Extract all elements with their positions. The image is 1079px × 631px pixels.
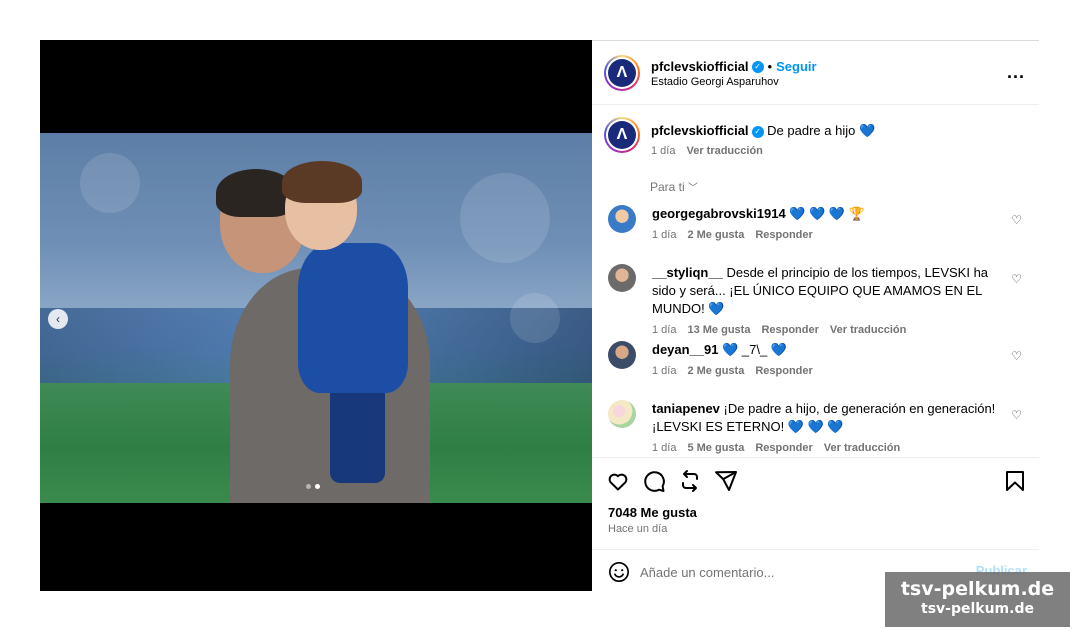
carousel-indicator xyxy=(306,484,320,489)
comment-time: 1 día xyxy=(652,324,677,336)
translate-link[interactable]: Ver traducción xyxy=(824,442,900,454)
bokeh-light xyxy=(510,293,560,343)
child-hair xyxy=(282,161,362,203)
levski-logo-icon: Λ xyxy=(608,121,636,149)
emoji-icon[interactable] xyxy=(608,561,630,583)
post-actions-bar xyxy=(592,457,1039,501)
child-figure xyxy=(298,243,408,393)
author-avatar[interactable]: Λ xyxy=(604,55,640,91)
comment-like-icon[interactable]: ♡ xyxy=(1011,408,1022,422)
comment-likes[interactable]: 2 Me gusta xyxy=(687,229,744,241)
watermark: tsv-pelkum.de tsv-pelkum.de xyxy=(885,572,1070,627)
comment-text: 💙 _7\_ 💙 xyxy=(722,342,788,357)
verified-icon: ✓ xyxy=(751,60,764,73)
caption-time: 1 día xyxy=(651,145,676,157)
comment-like-icon[interactable]: ♡ xyxy=(1011,349,1022,363)
commenter-username[interactable]: deyan__91 xyxy=(652,342,719,357)
post-side-panel: Λ pfclevskiofficial ✓ • Seguir Estadio Geor… xyxy=(592,40,1039,591)
more-icon[interactable]: ... xyxy=(1007,62,1025,83)
chevron-down-icon: ﹀ xyxy=(688,183,699,194)
verified-icon: ✓ xyxy=(751,125,764,138)
comment-likes[interactable]: 2 Me gusta xyxy=(687,365,744,377)
comment-time: 1 día xyxy=(652,229,677,241)
sort-comments-dropdown[interactable]: Para ti ﹀ xyxy=(650,179,698,194)
commenter-username[interactable]: __styliqn__ xyxy=(652,265,723,280)
like-count[interactable]: 7048 Me gusta xyxy=(608,505,697,520)
bookmark-icon[interactable] xyxy=(1003,469,1027,493)
post-media: ‹ xyxy=(40,40,592,591)
repost-icon[interactable] xyxy=(678,469,702,493)
post-location[interactable]: Estadio Georgi Asparuhov xyxy=(651,76,779,88)
commenter-avatar[interactable] xyxy=(608,400,636,428)
reply-button[interactable]: Responder xyxy=(761,324,818,336)
reply-button[interactable]: Responder xyxy=(755,365,812,377)
commenter-username[interactable]: taniapenev xyxy=(652,401,720,416)
bokeh-light xyxy=(460,173,550,263)
comment-time: 1 día xyxy=(652,365,677,377)
reply-button[interactable]: Responder xyxy=(755,442,812,454)
heart-icon[interactable] xyxy=(606,469,630,493)
bokeh-light xyxy=(80,153,140,213)
watermark-line-1: tsv-pelkum.de xyxy=(900,578,1055,600)
comment-likes[interactable]: 13 Me gusta xyxy=(687,324,750,336)
carousel-dot-active xyxy=(315,484,320,489)
comment-text: 💙 💙 💙 🏆 xyxy=(789,206,865,221)
reply-button[interactable]: Responder xyxy=(755,229,812,241)
comment-likes[interactable]: 5 Me gusta xyxy=(687,442,744,454)
chevron-left-icon: ‹ xyxy=(56,312,60,326)
share-icon[interactable] xyxy=(714,469,738,493)
carousel-dot xyxy=(306,484,311,489)
caption-text: De padre a hijo 💙 xyxy=(767,123,876,138)
translate-link[interactable]: Ver traducción xyxy=(686,145,762,157)
post-header: Λ pfclevskiofficial ✓ • Seguir Estadio Geor… xyxy=(592,41,1039,105)
comment-icon[interactable] xyxy=(642,469,666,493)
commenter-avatar[interactable] xyxy=(608,264,636,292)
caption-avatar[interactable]: Λ xyxy=(604,117,640,153)
translate-link[interactable]: Ver traducción xyxy=(830,324,906,336)
comment-like-icon[interactable]: ♡ xyxy=(1011,272,1022,286)
instagram-post: ‹ Λ pfclevskiofficial ✓ • Seguir Estadio Ge… xyxy=(40,40,1039,591)
levski-logo-icon: Λ xyxy=(608,59,636,87)
sort-label: Para ti xyxy=(650,180,685,194)
commenter-avatar[interactable] xyxy=(608,205,636,233)
caption-username[interactable]: pfclevskiofficial xyxy=(651,123,749,138)
author-username[interactable]: pfclevskiofficial xyxy=(651,59,749,74)
watermark-line-2: tsv-pelkum.de xyxy=(921,601,1034,617)
commenter-avatar[interactable] xyxy=(608,341,636,369)
dot-separator: • xyxy=(767,59,773,74)
follow-button[interactable]: Seguir xyxy=(776,59,816,74)
post-photo xyxy=(40,133,592,503)
commenter-username[interactable]: georgegabrovski1914 xyxy=(652,206,786,221)
comment-time: 1 día xyxy=(652,442,677,454)
post-date: Hace un día xyxy=(608,523,668,535)
comment-like-icon[interactable]: ♡ xyxy=(1011,213,1022,227)
comments-section: Λ pfclevskiofficial ✓ De padre a hijo 💙 1… xyxy=(592,105,1039,457)
carousel-prev-button[interactable]: ‹ xyxy=(48,309,68,329)
